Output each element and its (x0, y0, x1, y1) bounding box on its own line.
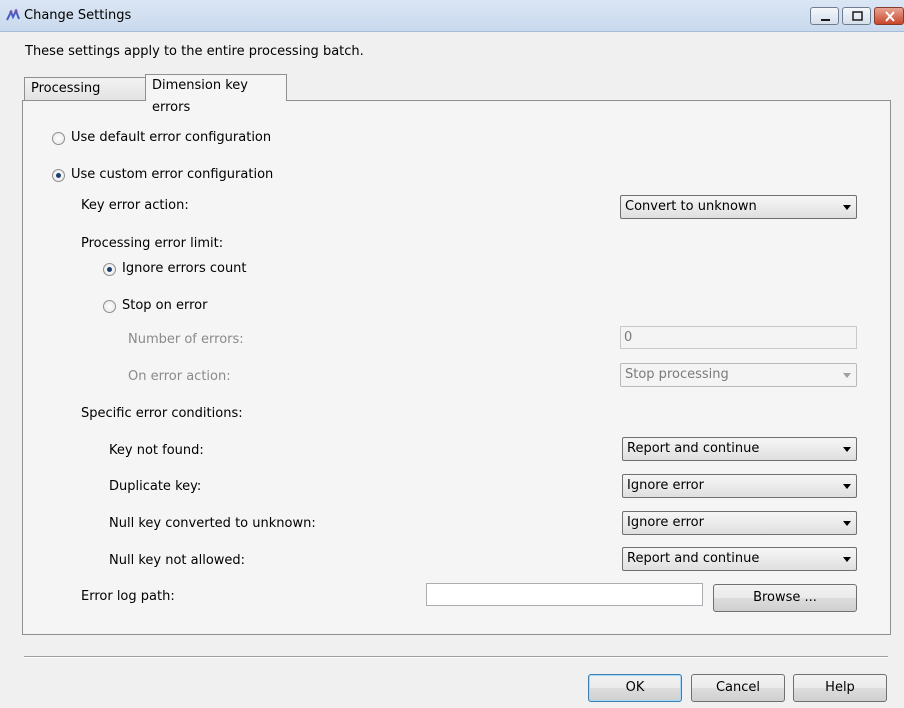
null-key-not-allowed-value: Report and continue (627, 551, 760, 566)
app-icon (5, 8, 21, 24)
duplicate-key-value: Ignore error (627, 478, 704, 493)
stop-on-error-radio[interactable] (103, 300, 116, 313)
number-of-errors-label: Number of errors: (128, 332, 244, 347)
ok-button[interactable]: OK (588, 674, 682, 702)
chevron-down-icon (843, 373, 851, 378)
custom-config-radio[interactable] (52, 169, 65, 182)
null-key-not-allowed-label: Null key not allowed: (109, 553, 246, 568)
intro-text: These settings apply to the entire proce… (25, 44, 364, 59)
minimize-icon (821, 19, 830, 21)
key-error-action-label: Key error action: (81, 198, 189, 213)
tab-panel: Use default error configuration Use cust… (22, 100, 891, 635)
null-key-converted-value: Ignore error (627, 515, 704, 530)
title-bar: Change Settings (0, 0, 904, 32)
window-title: Change Settings (24, 8, 132, 23)
chevron-down-icon (843, 484, 851, 489)
maximize-button[interactable] (842, 7, 871, 25)
browse-button[interactable]: Browse ... (713, 584, 857, 612)
specific-error-conditions-label: Specific error conditions: (81, 406, 243, 421)
duplicate-key-select[interactable]: Ignore error (622, 474, 857, 498)
chevron-down-icon (843, 205, 851, 210)
maximize-icon (852, 11, 863, 21)
processing-error-limit-label: Processing error limit: (81, 236, 224, 251)
chevron-down-icon (843, 521, 851, 526)
help-button[interactable]: Help (793, 674, 887, 702)
key-not-found-select[interactable]: Report and continue (622, 437, 857, 461)
error-log-path-label: Error log path: (81, 589, 175, 604)
stop-on-error-label[interactable]: Stop on error (122, 298, 207, 313)
cancel-button[interactable]: Cancel (691, 674, 785, 702)
default-config-label[interactable]: Use default error configuration (71, 130, 271, 145)
tab-processing-options[interactable]: Processing options (24, 77, 146, 118)
key-error-action-value: Convert to unknown (625, 199, 757, 214)
ignore-errors-label[interactable]: Ignore errors count (122, 261, 247, 276)
on-error-action-value: Stop processing (625, 367, 729, 382)
key-not-found-value: Report and continue (627, 441, 760, 456)
number-of-errors-input[interactable]: 0 (620, 326, 857, 349)
chevron-down-icon (843, 557, 851, 562)
separator (24, 656, 888, 658)
close-button[interactable] (874, 7, 904, 25)
null-key-not-allowed-select[interactable]: Report and continue (622, 547, 857, 571)
error-log-path-input[interactable] (426, 583, 703, 606)
null-key-converted-select[interactable]: Ignore error (622, 511, 857, 535)
key-error-action-select[interactable]: Convert to unknown (620, 195, 857, 219)
on-error-action-select[interactable]: Stop processing (620, 363, 857, 387)
custom-config-label[interactable]: Use custom error configuration (71, 167, 273, 182)
on-error-action-label: On error action: (128, 369, 231, 384)
close-icon (885, 11, 895, 22)
duplicate-key-label: Duplicate key: (109, 479, 202, 494)
ignore-errors-radio[interactable] (103, 263, 116, 276)
null-key-converted-label: Null key converted to unknown: (109, 516, 316, 531)
default-config-radio[interactable] (52, 132, 65, 145)
chevron-down-icon (843, 447, 851, 452)
minimize-button[interactable] (810, 7, 839, 25)
tab-dimension-key-errors[interactable]: Dimension key errors (145, 74, 287, 115)
key-not-found-label: Key not found: (109, 443, 204, 458)
